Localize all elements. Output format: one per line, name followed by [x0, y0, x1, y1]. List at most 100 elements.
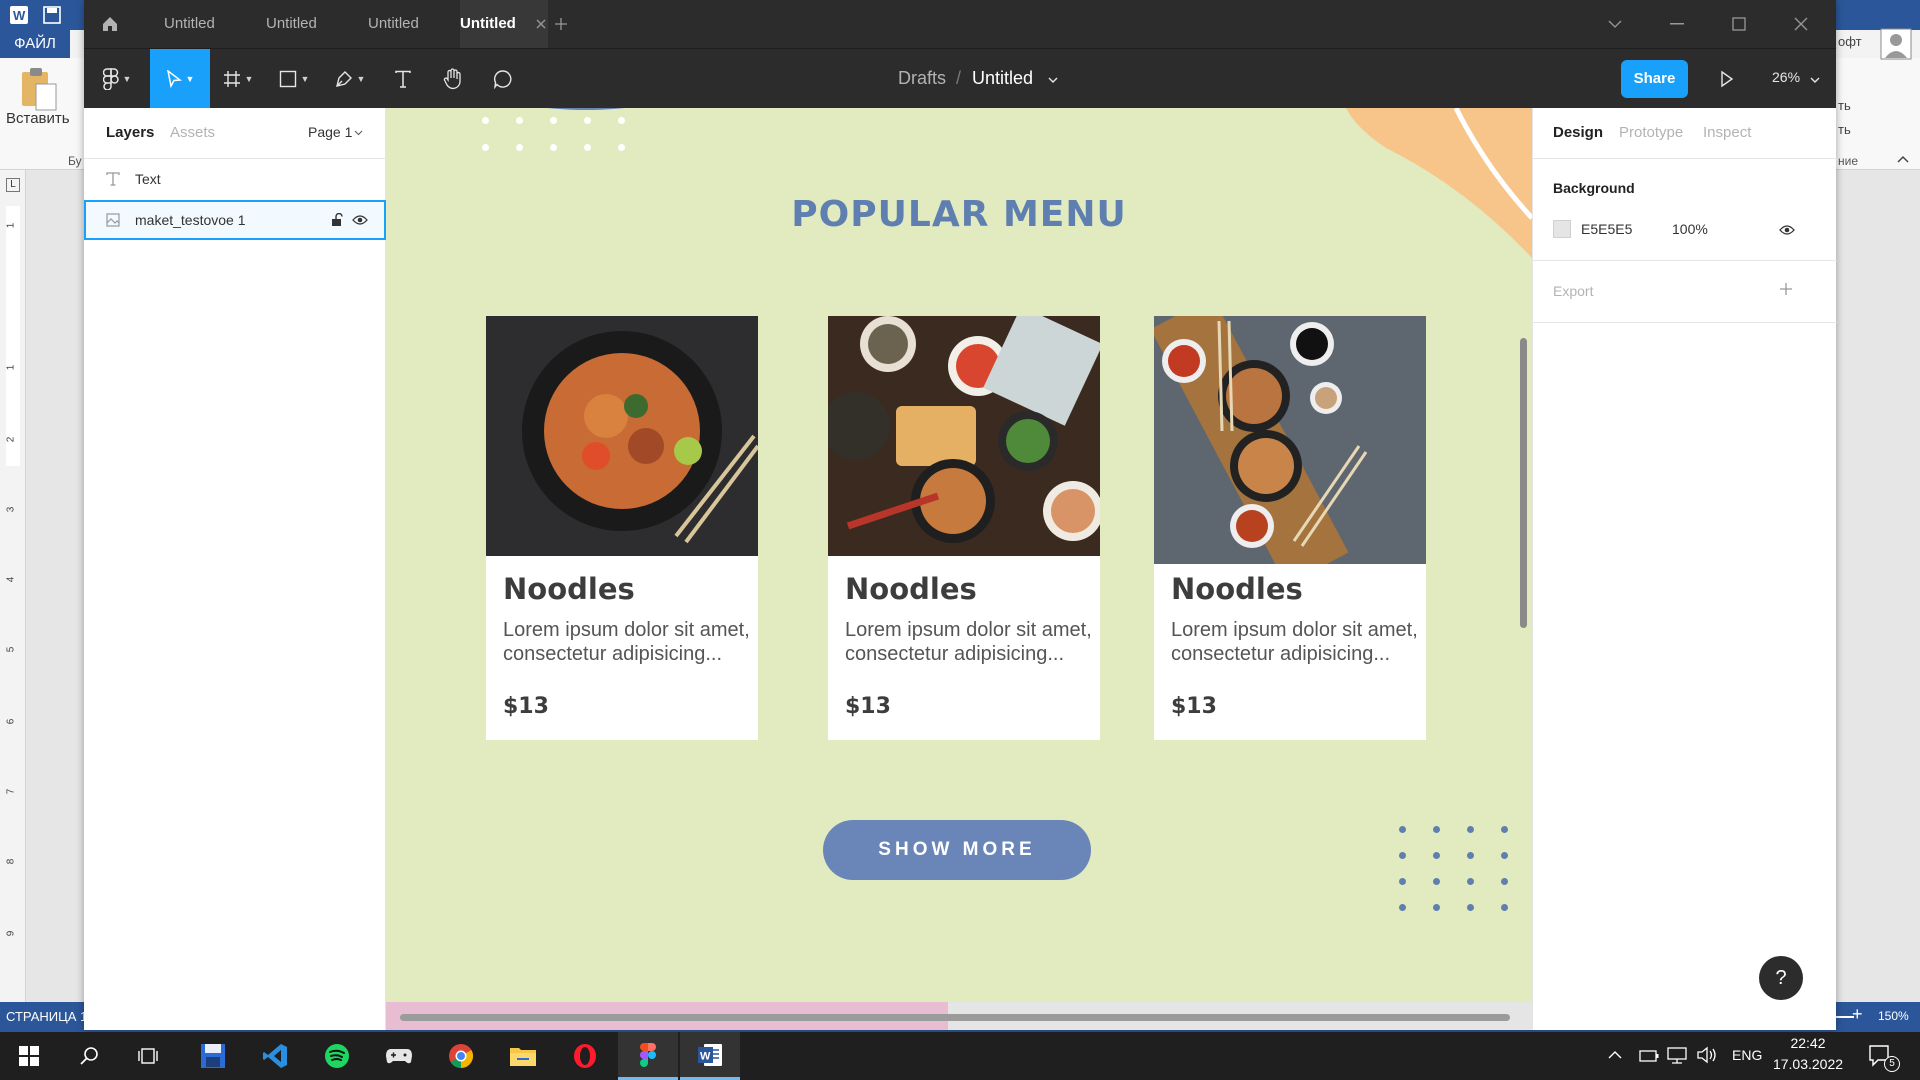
breadcrumb-parent[interactable]: Drafts [898, 68, 946, 89]
zoom-level[interactable]: 150% [1878, 1009, 1909, 1023]
background-color-swatch[interactable] [1553, 220, 1571, 238]
divider [84, 158, 386, 159]
show-hidden-icons-icon[interactable] [1608, 1050, 1622, 1059]
network-icon[interactable] [1666, 1046, 1688, 1064]
page-indicator[interactable]: СТРАНИЦА 1 [6, 1009, 87, 1024]
layer-row-image-selected[interactable]: maket_testovoe 1 [84, 200, 386, 240]
maximize-icon[interactable] [1732, 17, 1746, 31]
menu-card[interactable]: Noodles Lorem ipsum dolor sit amet, cons… [828, 316, 1100, 740]
background-hex-input[interactable]: E5E5E5 [1581, 221, 1632, 237]
text-tool-button[interactable] [378, 49, 428, 109]
decorative-dot [1467, 852, 1474, 859]
add-export-icon[interactable] [1779, 282, 1793, 296]
word-file-tab[interactable]: ФАЙЛ [0, 30, 70, 58]
file-name[interactable]: Untitled [972, 68, 1033, 89]
zoom-dropdown[interactable]: 26% [1772, 69, 1800, 85]
figma-tab-bar: Untitled Untitled Untitled Untitled [84, 0, 1836, 48]
taskbar-app[interactable] [498, 1032, 548, 1080]
figma-logo-icon [102, 68, 119, 90]
new-tab-icon[interactable] [554, 17, 568, 31]
file-tab[interactable]: Untitled [256, 0, 356, 48]
battery-icon[interactable] [1638, 1048, 1660, 1064]
tab-selector[interactable]: L [6, 178, 20, 192]
taskbar-app[interactable] [312, 1032, 362, 1080]
file-explorer-icon [510, 1048, 536, 1066]
tab-inspect[interactable]: Inspect [1703, 124, 1751, 141]
share-button[interactable]: Share [1621, 60, 1688, 98]
frame-tool-button[interactable]: ▼ [210, 49, 266, 109]
start-button[interactable] [4, 1032, 54, 1080]
file-tab[interactable]: Untitled [358, 0, 458, 48]
unlock-icon[interactable] [330, 213, 344, 227]
tab-design[interactable]: Design [1553, 124, 1603, 141]
paste-label[interactable]: Вставить [6, 110, 70, 127]
move-tool-button[interactable]: ▼ [150, 49, 210, 109]
ribbon-right-text-2: ть [1838, 98, 1851, 113]
layer-row-text[interactable]: Text [84, 160, 386, 198]
save-icon[interactable] [42, 5, 62, 25]
text-icon [106, 172, 120, 186]
show-more-button[interactable]: SHOW MORE [823, 820, 1091, 880]
opera-icon [574, 1044, 596, 1068]
home-button[interactable] [84, 0, 136, 48]
eye-icon[interactable] [352, 214, 368, 226]
chevron-down-icon[interactable] [1810, 77, 1820, 83]
comment-tool-button[interactable] [478, 49, 528, 109]
clock-date[interactable]: 17.03.2022 [1770, 1056, 1846, 1072]
tab-prototype[interactable]: Prototype [1619, 124, 1683, 141]
close-window-icon[interactable] [1794, 17, 1808, 31]
canvas[interactable]: POPULAR MENU Noodles Lorem ipsum dolor s… [386, 108, 1532, 1030]
tab-assets[interactable]: Assets [170, 124, 215, 141]
decorative-dot [1501, 852, 1508, 859]
taskbar-app[interactable] [436, 1032, 486, 1080]
collapse-ribbon-icon[interactable] [1896, 154, 1910, 164]
chevron-down-icon[interactable] [1608, 19, 1622, 29]
decorative-dot [584, 144, 591, 151]
page-selector[interactable]: Page 1 [308, 124, 352, 140]
taskbar-app[interactable] [250, 1032, 300, 1080]
file-tab[interactable]: Untitled [154, 0, 254, 48]
user-avatar-icon[interactable] [1880, 28, 1914, 62]
file-tab-active[interactable]: Untitled [460, 0, 548, 48]
menu-card[interactable]: Noodles Lorem ipsum dolor sit amet, cons… [486, 316, 758, 740]
horizontal-scrollbar[interactable] [400, 1014, 1510, 1021]
background-opacity-input[interactable]: 100% [1672, 221, 1708, 237]
pen-tool-button[interactable]: ▼ [322, 49, 378, 109]
minimize-icon[interactable] [1670, 23, 1684, 25]
taskbar-app[interactable] [188, 1032, 238, 1080]
card-title: Noodles [1171, 572, 1303, 606]
close-tab-icon[interactable] [536, 19, 546, 29]
task-view-button[interactable] [124, 1032, 174, 1080]
zoom-in-icon[interactable]: + [1852, 1004, 1863, 1025]
chevron-down-icon[interactable] [354, 130, 363, 136]
layer-name: Text [135, 171, 161, 187]
taskbar-app[interactable] [560, 1032, 610, 1080]
chevron-down-icon[interactable] [1048, 77, 1058, 83]
search-button[interactable] [64, 1032, 114, 1080]
clipboard-icon[interactable] [18, 66, 58, 114]
language-indicator[interactable]: ENG [1732, 1047, 1762, 1063]
taskbar-app-active[interactable] [618, 1032, 678, 1080]
tab-layers[interactable]: Layers [106, 124, 154, 141]
taskbar-app[interactable] [374, 1032, 424, 1080]
taskbar-app-active[interactable]: W [680, 1032, 740, 1080]
main-menu-button[interactable]: ▼ [84, 49, 150, 109]
hand-tool-button[interactable] [428, 49, 478, 109]
menu-card[interactable]: Noodles Lorem ipsum dolor sit amet, cons… [1154, 316, 1426, 740]
decorative-dot [1433, 826, 1440, 833]
design-frame[interactable]: POPULAR MENU Noodles Lorem ipsum dolor s… [386, 108, 1532, 1002]
present-play-icon[interactable] [1720, 70, 1734, 88]
vertical-scrollbar[interactable] [1520, 338, 1527, 628]
decorative-dot [1399, 904, 1406, 911]
chevron-down-icon: ▼ [185, 74, 195, 84]
volume-icon[interactable] [1696, 1046, 1718, 1064]
decorative-dot [482, 144, 489, 151]
help-button[interactable]: ? [1759, 956, 1803, 1000]
eye-icon[interactable] [1779, 224, 1795, 236]
shape-tool-button[interactable]: ▼ [266, 49, 322, 109]
export-heading[interactable]: Export [1553, 283, 1593, 299]
ruler-number: 1 [5, 364, 17, 371]
clock-time[interactable]: 22:42 [1776, 1035, 1840, 1051]
divider [1533, 322, 1837, 323]
ruler-number: 6 [5, 718, 17, 725]
